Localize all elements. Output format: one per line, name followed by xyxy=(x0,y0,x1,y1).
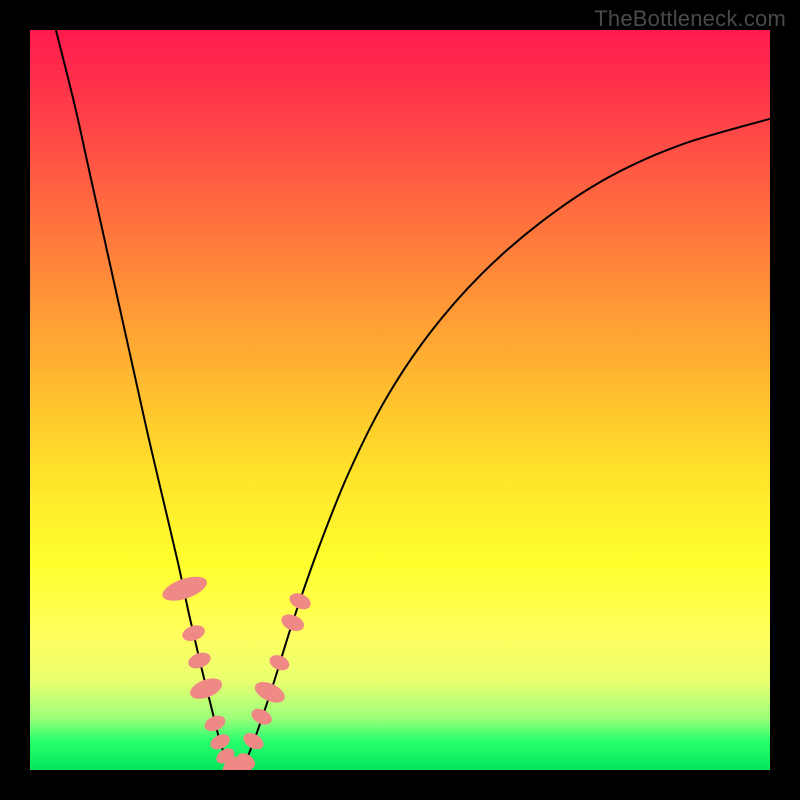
data-marker xyxy=(186,650,213,672)
data-marker xyxy=(202,713,227,734)
right-curve xyxy=(241,119,770,770)
chart-svg xyxy=(30,30,770,770)
data-marker xyxy=(252,678,288,707)
chart-frame: TheBottleneck.com xyxy=(0,0,800,800)
data-marker xyxy=(279,611,307,634)
data-marker xyxy=(267,652,292,673)
data-marker xyxy=(287,590,313,612)
data-marker xyxy=(180,622,207,643)
plot-area xyxy=(30,30,770,770)
data-marker xyxy=(249,706,275,728)
marker-group xyxy=(159,572,313,770)
watermark-text: TheBottleneck.com xyxy=(594,6,786,32)
data-marker xyxy=(187,674,225,703)
data-marker xyxy=(241,730,267,753)
data-marker xyxy=(159,572,209,606)
